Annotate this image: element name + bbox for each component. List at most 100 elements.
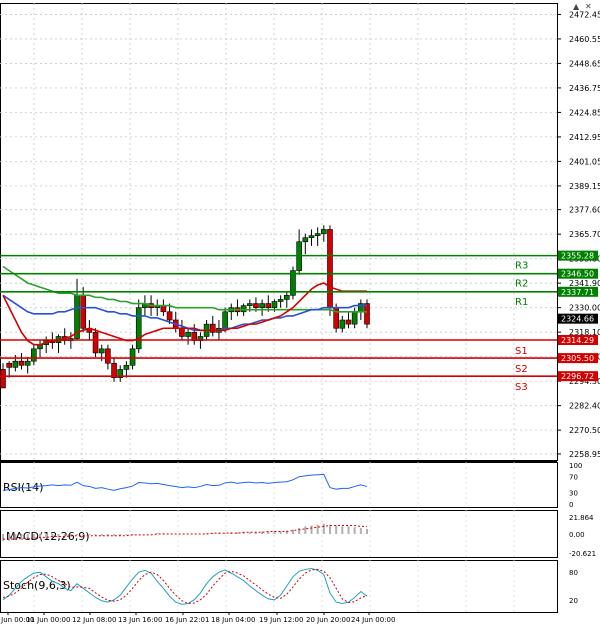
candle-body bbox=[31, 348, 37, 362]
candle bbox=[86, 320, 93, 341]
candle bbox=[209, 315, 216, 337]
candle bbox=[80, 287, 87, 333]
candle bbox=[142, 295, 148, 316]
level-price-label: 2305.50 bbox=[561, 354, 594, 363]
price-tick-label: 2365.70 bbox=[569, 230, 600, 239]
price-axis: 2472.45 2460.55 2448.65 2436.75 2424.85 2412.… bbox=[557, 10, 600, 459]
time-tick-label: 12 Jun 08:00 bbox=[72, 616, 116, 624]
level-label-s3: S3 bbox=[515, 382, 528, 393]
candle-body bbox=[246, 303, 253, 306]
level-price-label: 2296.72 bbox=[561, 372, 594, 381]
price-tick-label: 2448.65 bbox=[569, 59, 600, 68]
level-label-r1: R1 bbox=[515, 297, 528, 308]
time-tick-label: 13 Jun 16:00 bbox=[118, 616, 162, 624]
candle-body bbox=[105, 348, 111, 364]
candle bbox=[296, 229, 302, 275]
candle bbox=[351, 307, 358, 329]
macd-tick-label: 0.00 bbox=[569, 531, 585, 539]
candles bbox=[0, 225, 370, 389]
candle bbox=[117, 365, 124, 382]
candle bbox=[364, 299, 370, 329]
time-tick-label: 16 Jun 22:01 bbox=[165, 616, 209, 624]
candle bbox=[18, 352, 25, 370]
candle bbox=[259, 299, 265, 316]
time-tick-label: 19 Jun 12:00 bbox=[259, 616, 303, 624]
candle-body bbox=[321, 229, 327, 234]
level-price-label: 2355.28 bbox=[561, 252, 594, 261]
candle-body bbox=[18, 360, 25, 366]
ma-mid-line bbox=[2, 294, 367, 332]
candle-body bbox=[135, 307, 142, 350]
rsi-line bbox=[2, 473, 368, 491]
price-tick-label: 2401.05 bbox=[569, 157, 600, 166]
candle-body bbox=[179, 327, 185, 337]
candle-body bbox=[283, 295, 290, 300]
rsi-tick-label: 0 bbox=[569, 501, 573, 509]
candle bbox=[185, 328, 191, 345]
level-label-s1: S1 bbox=[515, 346, 528, 357]
price-tick-label: 2412.95 bbox=[569, 133, 600, 142]
candle-body bbox=[222, 311, 228, 329]
rsi-panel-frame bbox=[0, 462, 558, 508]
candle bbox=[111, 357, 117, 382]
price-tick-label: 2270.50 bbox=[569, 426, 600, 435]
candle bbox=[43, 336, 49, 353]
price-tick-label: 2330.00 bbox=[569, 304, 600, 313]
candle-body bbox=[314, 233, 321, 236]
candle-body bbox=[265, 303, 272, 308]
trading-chart: ▲ ✕ RSI(14) MACD(12,26,9) Stoch(9,6,3) 2… bbox=[0, 0, 600, 628]
candle-body bbox=[166, 311, 173, 321]
candle-body bbox=[351, 311, 358, 325]
stoch-tick-label: 80 bbox=[569, 569, 578, 577]
level-label-s2: S2 bbox=[515, 364, 528, 375]
candle bbox=[308, 229, 315, 246]
time-axis: 10 Jun 00:0011 Jun 00:0012 Jun 08:0013 J… bbox=[0, 612, 395, 624]
candle bbox=[135, 299, 142, 353]
candle bbox=[55, 334, 62, 353]
candle bbox=[234, 299, 241, 316]
candle-body bbox=[259, 303, 265, 308]
candle bbox=[345, 311, 352, 329]
candle bbox=[283, 291, 290, 308]
price-tick-label: 2282.40 bbox=[569, 402, 600, 411]
candle-body bbox=[6, 362, 12, 368]
candle bbox=[302, 233, 309, 255]
candle bbox=[24, 357, 31, 374]
candle-body bbox=[327, 229, 333, 308]
time-tick-label: 20 Jun 20:00 bbox=[306, 616, 350, 624]
candle bbox=[92, 328, 99, 358]
rsi-tick-label: 30 bbox=[569, 489, 578, 497]
candle bbox=[37, 340, 43, 358]
candle bbox=[191, 324, 198, 345]
candle bbox=[179, 320, 185, 341]
price-tick-label: 2424.85 bbox=[569, 108, 600, 117]
candle bbox=[327, 225, 333, 316]
candle bbox=[314, 227, 321, 246]
chart-canvas: ▲ ✕ RSI(14) MACD(12,26,9) Stoch(9,6,3) 2… bbox=[0, 2, 600, 624]
candle bbox=[129, 344, 136, 370]
candle bbox=[105, 344, 111, 370]
candle bbox=[172, 311, 179, 333]
time-tick-label: 18 Jun 04:00 bbox=[211, 616, 255, 624]
level-price-label: 2314.29 bbox=[561, 336, 594, 345]
candle-body bbox=[24, 360, 31, 366]
candle bbox=[123, 361, 130, 378]
stoch-panel-frame bbox=[0, 560, 558, 613]
candle-body bbox=[302, 237, 309, 243]
time-tick-label: 24 Jun 00:00 bbox=[351, 616, 395, 624]
price-tick-label: 2258.95 bbox=[569, 450, 600, 459]
candle bbox=[160, 299, 167, 316]
candle bbox=[154, 299, 161, 316]
candle-body bbox=[253, 303, 259, 308]
candle-body bbox=[123, 365, 130, 370]
candle-body bbox=[339, 319, 346, 329]
level-price-label: 2337.71 bbox=[561, 288, 594, 297]
current-price-label: 2324.66 bbox=[561, 315, 594, 324]
candle bbox=[290, 266, 296, 300]
price-tick-label: 2377.60 bbox=[569, 206, 600, 215]
candle-body bbox=[240, 305, 247, 313]
macd-tick-label: -20.621 bbox=[569, 550, 596, 558]
candle-body bbox=[185, 332, 191, 337]
candle bbox=[6, 361, 12, 378]
candle bbox=[31, 344, 37, 366]
